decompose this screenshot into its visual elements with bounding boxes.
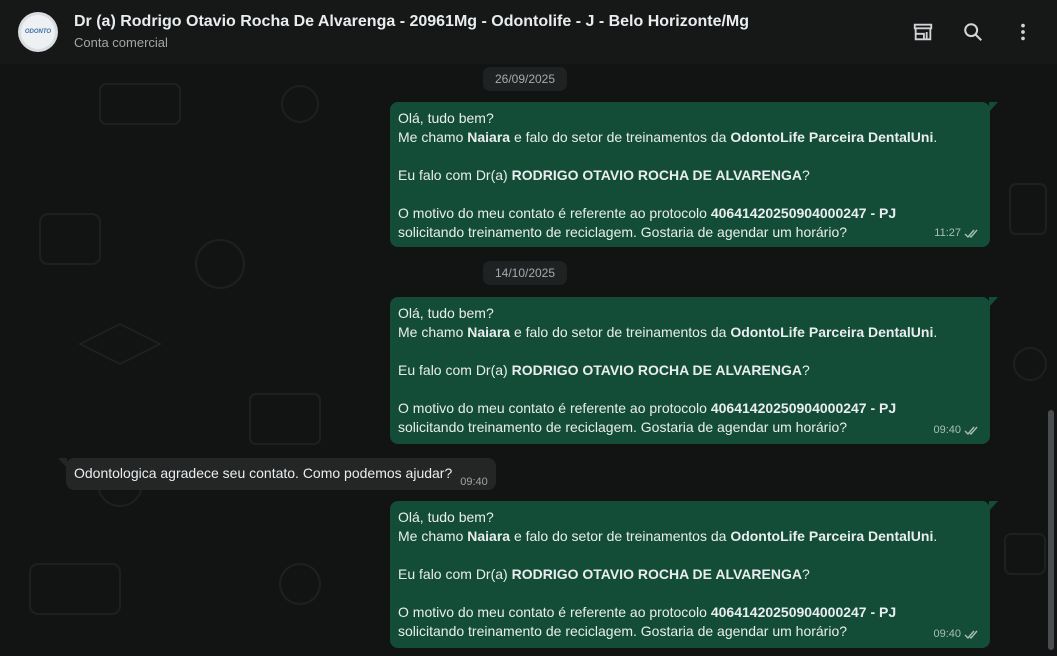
contact-subtitle: Conta comercial	[74, 35, 168, 50]
message-time: 09:40	[933, 628, 961, 640]
outgoing-message[interactable]: Olá, tudo bem? Me chamo Naiara e falo do…	[390, 297, 998, 444]
message-line: Olá, tudo bem?	[398, 509, 494, 525]
message-time: 09:40	[460, 476, 488, 488]
message-text: Me chamo	[398, 324, 468, 340]
message-text: solicitando treinamento de reciclagem. G…	[398, 419, 848, 435]
message-text: Me chamo	[398, 528, 468, 544]
message-text: Me chamo	[398, 129, 468, 145]
message-meta: 11:27	[934, 224, 980, 243]
contact-name: Dr (a) Rodrigo Otavio Rocha De Alvarenga…	[74, 13, 750, 30]
message-text: e falo do setor de treinamentos da	[510, 324, 731, 340]
company-name: OdontoLife Parceira DentalUni	[730, 129, 934, 145]
protocol-number: 40641420250904000247 - PJ	[710, 604, 897, 620]
chat-header: ODONTO Dr (a) Rodrigo Otavio Rocha De Al…	[0, 0, 1057, 64]
message-meta: 09:40	[933, 625, 980, 644]
sender-name: Naiara	[467, 129, 511, 145]
message-line: Olá, tudo bem?	[398, 110, 494, 126]
message-text: ?	[801, 167, 810, 183]
message-text: e falo do setor de treinamentos da	[510, 528, 731, 544]
message-time: 09:40	[933, 424, 961, 436]
contact-info[interactable]: Dr (a) Rodrigo Otavio Rocha De Alvarenga…	[74, 12, 749, 52]
message-text: solicitando treinamento de reciclagem. G…	[398, 623, 848, 639]
message-text: O motivo do meu contato é referente ao p…	[398, 604, 711, 620]
doctor-name: RODRIGO OTAVIO ROCHA DE ALVARENGA	[511, 566, 802, 582]
message-text: Eu falo com Dr(a)	[398, 362, 512, 378]
menu-icon[interactable]	[1011, 20, 1035, 44]
sender-name: Naiara	[467, 324, 511, 340]
company-name: OdontoLife Parceira DentalUni	[730, 528, 934, 544]
message-text: O motivo do meu contato é referente ao p…	[398, 205, 711, 221]
message-text: Odontologica agradece seu contato. Como …	[74, 465, 453, 481]
outgoing-message[interactable]: Olá, tudo bem? Me chamo Naiara e falo do…	[390, 501, 998, 648]
scrollbar[interactable]	[1048, 410, 1054, 650]
message-text: Eu falo com Dr(a)	[398, 167, 512, 183]
conversation-panel[interactable]: 26/09/2025 Olá, tudo bem? Me chamo Naiar…	[0, 64, 1057, 656]
date-divider: 26/09/2025	[482, 67, 568, 91]
message-meta: 09:40	[933, 421, 980, 440]
protocol-number: 40641420250904000247 - PJ	[710, 205, 897, 221]
sender-name: Naiara	[467, 528, 511, 544]
date-divider: 14/10/2025	[482, 261, 568, 285]
outgoing-message[interactable]: Olá, tudo bem? Me chamo Naiara e falo do…	[390, 102, 998, 247]
message-line: Olá, tudo bem?	[398, 305, 494, 321]
message-text: ?	[801, 566, 810, 582]
message-time: 11:27	[934, 227, 961, 239]
search-icon[interactable]	[961, 20, 985, 44]
company-name: OdontoLife Parceira DentalUni	[730, 324, 934, 340]
avatar-logo: ODONTO	[21, 15, 55, 49]
avatar[interactable]: ODONTO	[18, 12, 58, 52]
avatar-logo-text: ODONTO	[24, 29, 52, 35]
message-text: ?	[801, 362, 810, 378]
incoming-message[interactable]: Odontologica agradece seu contato. Como …	[58, 458, 496, 490]
message-text: .	[933, 324, 938, 340]
message-text: .	[933, 129, 938, 145]
message-text: e falo do setor de treinamentos da	[510, 129, 731, 145]
double-check-icon	[964, 426, 978, 436]
header-actions	[911, 20, 1035, 44]
message-text: Eu falo com Dr(a)	[398, 566, 512, 582]
catalog-icon[interactable]	[911, 20, 935, 44]
doctor-name: RODRIGO OTAVIO ROCHA DE ALVARENGA	[511, 362, 802, 378]
message-text: .	[933, 528, 938, 544]
double-check-icon	[964, 630, 978, 640]
message-text: solicitando treinamento de reciclagem. G…	[398, 224, 848, 240]
doctor-name: RODRIGO OTAVIO ROCHA DE ALVARENGA	[511, 167, 802, 183]
message-text: O motivo do meu contato é referente ao p…	[398, 400, 711, 416]
double-check-icon	[964, 229, 978, 239]
protocol-number: 40641420250904000247 - PJ	[710, 400, 897, 416]
